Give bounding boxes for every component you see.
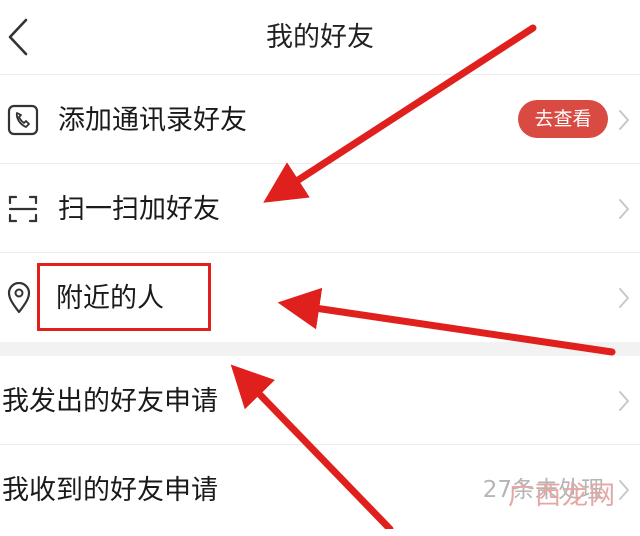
- scan-frame-icon: [8, 195, 38, 223]
- row-label-scan-add: 扫一扫加好友: [58, 194, 220, 225]
- chevron-right-icon: [619, 288, 629, 308]
- location-pin-icon: [7, 282, 31, 314]
- chevron-right-icon: [619, 480, 629, 500]
- chevron-right-icon: [619, 391, 629, 411]
- highlight-box: [37, 263, 211, 331]
- phone-contact-icon: [7, 104, 39, 136]
- row-scan-add[interactable]: 扫一扫加好友: [0, 164, 640, 253]
- page-title: 我的好友: [266, 22, 374, 53]
- watermark: 广西龙网: [508, 481, 617, 511]
- chevron-right-icon: [619, 110, 629, 130]
- row-label-add-contacts: 添加通讯录好友: [58, 105, 247, 136]
- section-separator: [0, 342, 640, 356]
- nav-header: 我的好友: [0, 0, 640, 75]
- chevron-right-icon: [619, 199, 629, 219]
- row-label-sent-requests: 我发出的好友申请: [2, 386, 218, 417]
- row-label-received-requests: 我收到的好友申请: [2, 475, 218, 506]
- view-badge-button[interactable]: 去查看: [518, 100, 608, 138]
- row-sent-requests[interactable]: 我发出的好友申请: [0, 356, 640, 445]
